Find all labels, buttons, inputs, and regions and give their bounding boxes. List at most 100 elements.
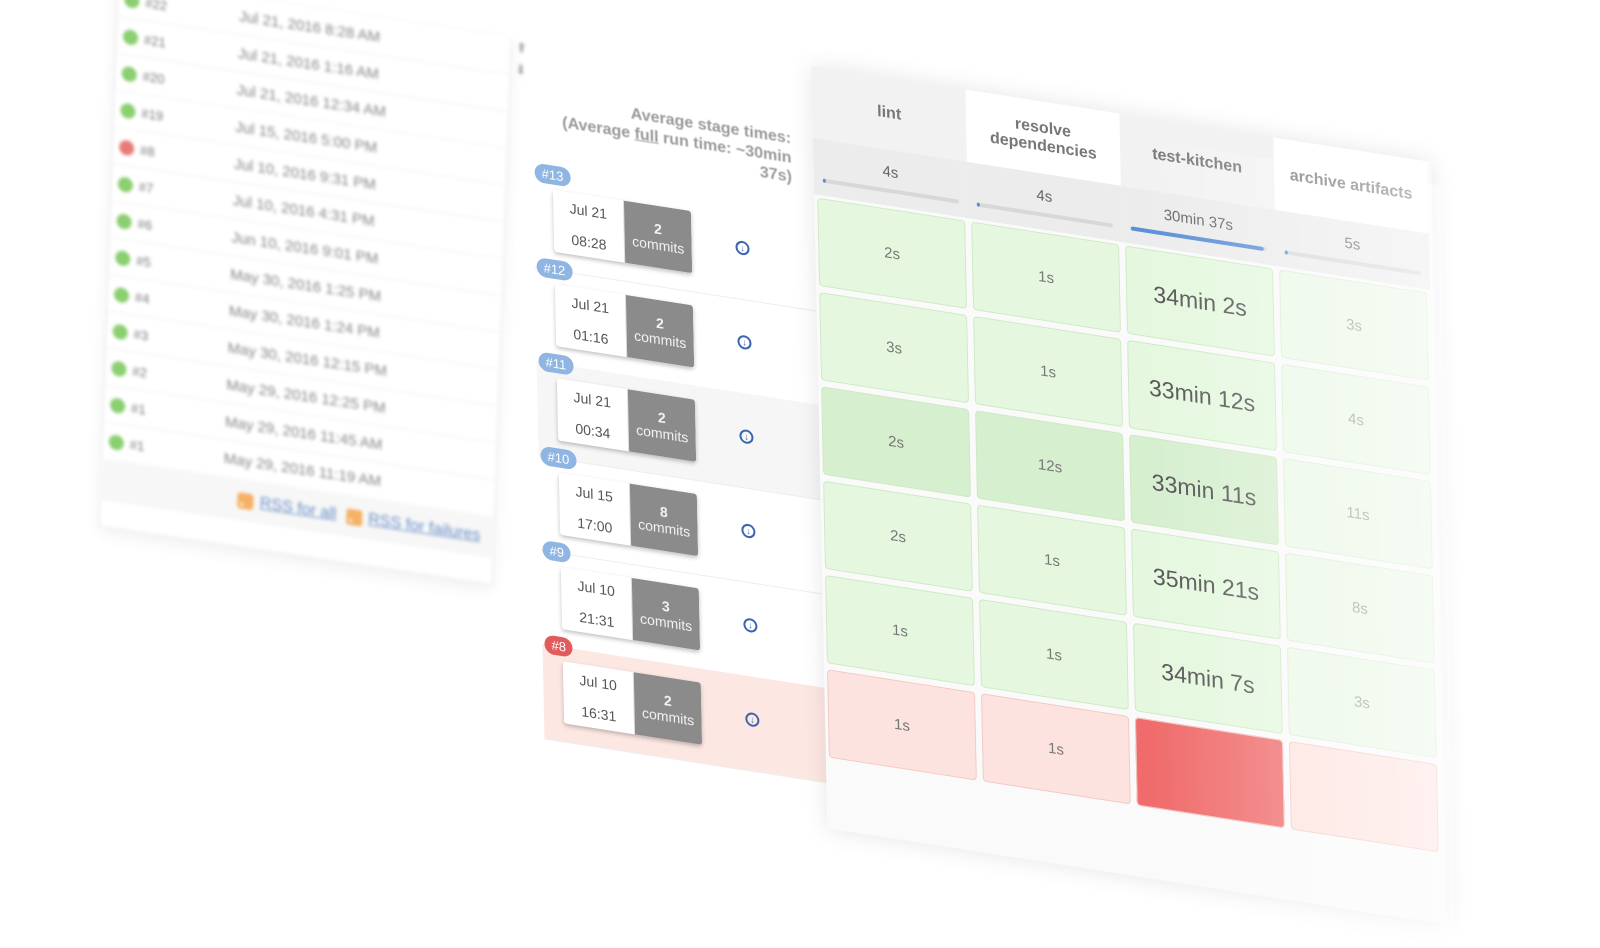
run-timestamp: Jul 10 21:31 (560, 566, 634, 641)
stage-cell[interactable]: 1s (825, 574, 975, 687)
stage-average-bar-fill (1130, 225, 1265, 251)
build-number-link[interactable]: #19 (141, 105, 180, 126)
stage-average-bar (976, 201, 1113, 228)
run-timestamp: Jul 15 17:00 (558, 472, 632, 546)
success-status-icon (113, 286, 130, 304)
stage-cell[interactable]: 2s (821, 386, 971, 498)
download-artifacts-icon[interactable]: ↓ (739, 428, 754, 445)
run-timestamp: Jul 21 00:34 (556, 378, 630, 452)
download-artifacts-icon[interactable]: ↓ (743, 617, 758, 634)
commits-count-button[interactable]: 8 commits (629, 483, 699, 557)
download-artifacts-icon[interactable]: ↓ (735, 239, 750, 257)
build-number-link[interactable]: #4 (135, 289, 174, 310)
commits-label: commits (632, 232, 685, 258)
success-status-icon (115, 249, 131, 267)
stage-average-bar (822, 177, 959, 204)
run-time: 21:31 (579, 608, 615, 630)
commits-label: commits (639, 610, 693, 635)
commits-count: 8 (659, 503, 668, 521)
stage-cell[interactable] (1288, 741, 1439, 853)
stage-view: Average stage times: (Average full run t… (440, 30, 1456, 948)
run-date: Jul 21 (571, 293, 610, 316)
commits-count: 3 (661, 597, 670, 615)
commits-count-button[interactable]: 2 commits (623, 200, 693, 274)
commits-count-button[interactable]: 2 commits (625, 294, 695, 368)
run-date: Jul 21 (573, 388, 612, 411)
commits-count: 2 (653, 220, 662, 238)
run-date: Jul 21 (569, 199, 608, 222)
commits-count: 2 (657, 408, 666, 427)
avg-full-link[interactable]: full (634, 125, 658, 146)
commits-count-button[interactable]: 3 commits (631, 577, 701, 651)
stage-average-bar-fill (822, 177, 826, 183)
failed-status-icon (118, 138, 135, 156)
stage-cell[interactable]: 2s (823, 480, 973, 592)
build-number-link[interactable]: #1 (131, 400, 170, 421)
stage-average-time: 4s (882, 162, 899, 182)
stage-cell[interactable]: 3s (1286, 646, 1437, 759)
success-status-icon (120, 101, 136, 120)
stage-cell[interactable]: 33min 11s (1129, 434, 1279, 546)
rss-all-link[interactable]: RSS for all (260, 494, 337, 523)
stage-cell[interactable]: 1s (977, 504, 1127, 616)
run-date: Jul 10 (579, 671, 617, 694)
run-time: 08:28 (571, 230, 607, 253)
changeset-box[interactable]: Jul 15 17:00 8 commits (558, 472, 699, 557)
changeset-box[interactable]: Jul 10 21:31 3 commits (560, 566, 701, 651)
build-number-link[interactable]: #5 (136, 252, 175, 273)
download-artifacts-icon[interactable]: ↓ (737, 334, 752, 351)
rss-icon (237, 492, 255, 511)
stage-cell[interactable]: 34min 7s (1133, 622, 1283, 735)
build-number-link[interactable]: #21 (144, 31, 183, 52)
stage-cell[interactable]: 12s (975, 410, 1125, 522)
download-artifacts-icon[interactable]: ↓ (741, 522, 756, 540)
stage-cell[interactable]: 33min 12s (1127, 339, 1277, 452)
changeset-box[interactable]: Jul 21 08:28 2 commits (552, 189, 693, 274)
success-status-icon (108, 433, 125, 451)
success-status-icon (122, 28, 139, 46)
build-number-link[interactable]: #3 (133, 326, 172, 347)
stage-cell[interactable]: 1s (827, 669, 977, 781)
run-time: 16:31 (581, 702, 617, 725)
build-number-link[interactable]: #1 (130, 437, 169, 458)
stage-cell[interactable]: 1s (973, 315, 1123, 428)
build-number-link[interactable]: #8 (140, 142, 179, 163)
run-date: Jul 10 (577, 576, 615, 599)
stage-cell[interactable]: 3s (819, 291, 969, 404)
changeset-box[interactable]: Jul 21 00:34 2 commits (556, 378, 697, 462)
commits-count-button[interactable]: 2 commits (627, 389, 697, 462)
run-timestamp: Jul 21 01:16 (554, 283, 628, 358)
build-number-link[interactable]: #20 (143, 68, 182, 89)
run-time: 01:16 (573, 325, 609, 347)
stage-cell[interactable] (1134, 717, 1285, 829)
stage-average-bar-fill (1284, 249, 1288, 255)
build-number-link[interactable]: #6 (137, 216, 176, 237)
stage-average-time: 30min 37s (1163, 205, 1234, 234)
success-status-icon (124, 0, 140, 9)
build-number-link[interactable]: #7 (139, 179, 178, 200)
changeset-box[interactable]: Jul 21 01:16 2 commits (554, 283, 695, 368)
stage-cell[interactable]: 1s (979, 598, 1129, 711)
success-status-icon (116, 212, 132, 230)
stage-cell[interactable]: 11s (1283, 458, 1433, 570)
build-number-link[interactable]: #2 (132, 363, 171, 384)
commits-count-button[interactable]: 2 commits (633, 672, 703, 745)
run-time: 17:00 (577, 513, 613, 536)
commits-label: commits (637, 515, 691, 541)
changeset-box[interactable]: Jul 10 16:31 2 commits (562, 661, 703, 745)
stage-cell[interactable]: 8s (1285, 552, 1435, 664)
run-time: 00:34 (575, 419, 611, 442)
download-artifacts-icon[interactable]: ↓ (745, 711, 760, 728)
stage-cell[interactable]: 1s (981, 693, 1131, 805)
success-status-icon (117, 175, 134, 193)
run-number-badge[interactable]: #13 (534, 162, 571, 188)
commits-count: 2 (663, 691, 672, 710)
success-status-icon (121, 65, 138, 83)
stage-average-time: 4s (1036, 186, 1053, 206)
stage-cell[interactable]: 4s (1281, 363, 1431, 476)
stage-cell[interactable]: 35min 21s (1131, 528, 1281, 640)
stage-average-bar (1284, 249, 1421, 275)
commits-label: commits (635, 421, 689, 446)
success-status-icon (111, 359, 127, 377)
build-number-link[interactable]: #22 (145, 0, 184, 15)
